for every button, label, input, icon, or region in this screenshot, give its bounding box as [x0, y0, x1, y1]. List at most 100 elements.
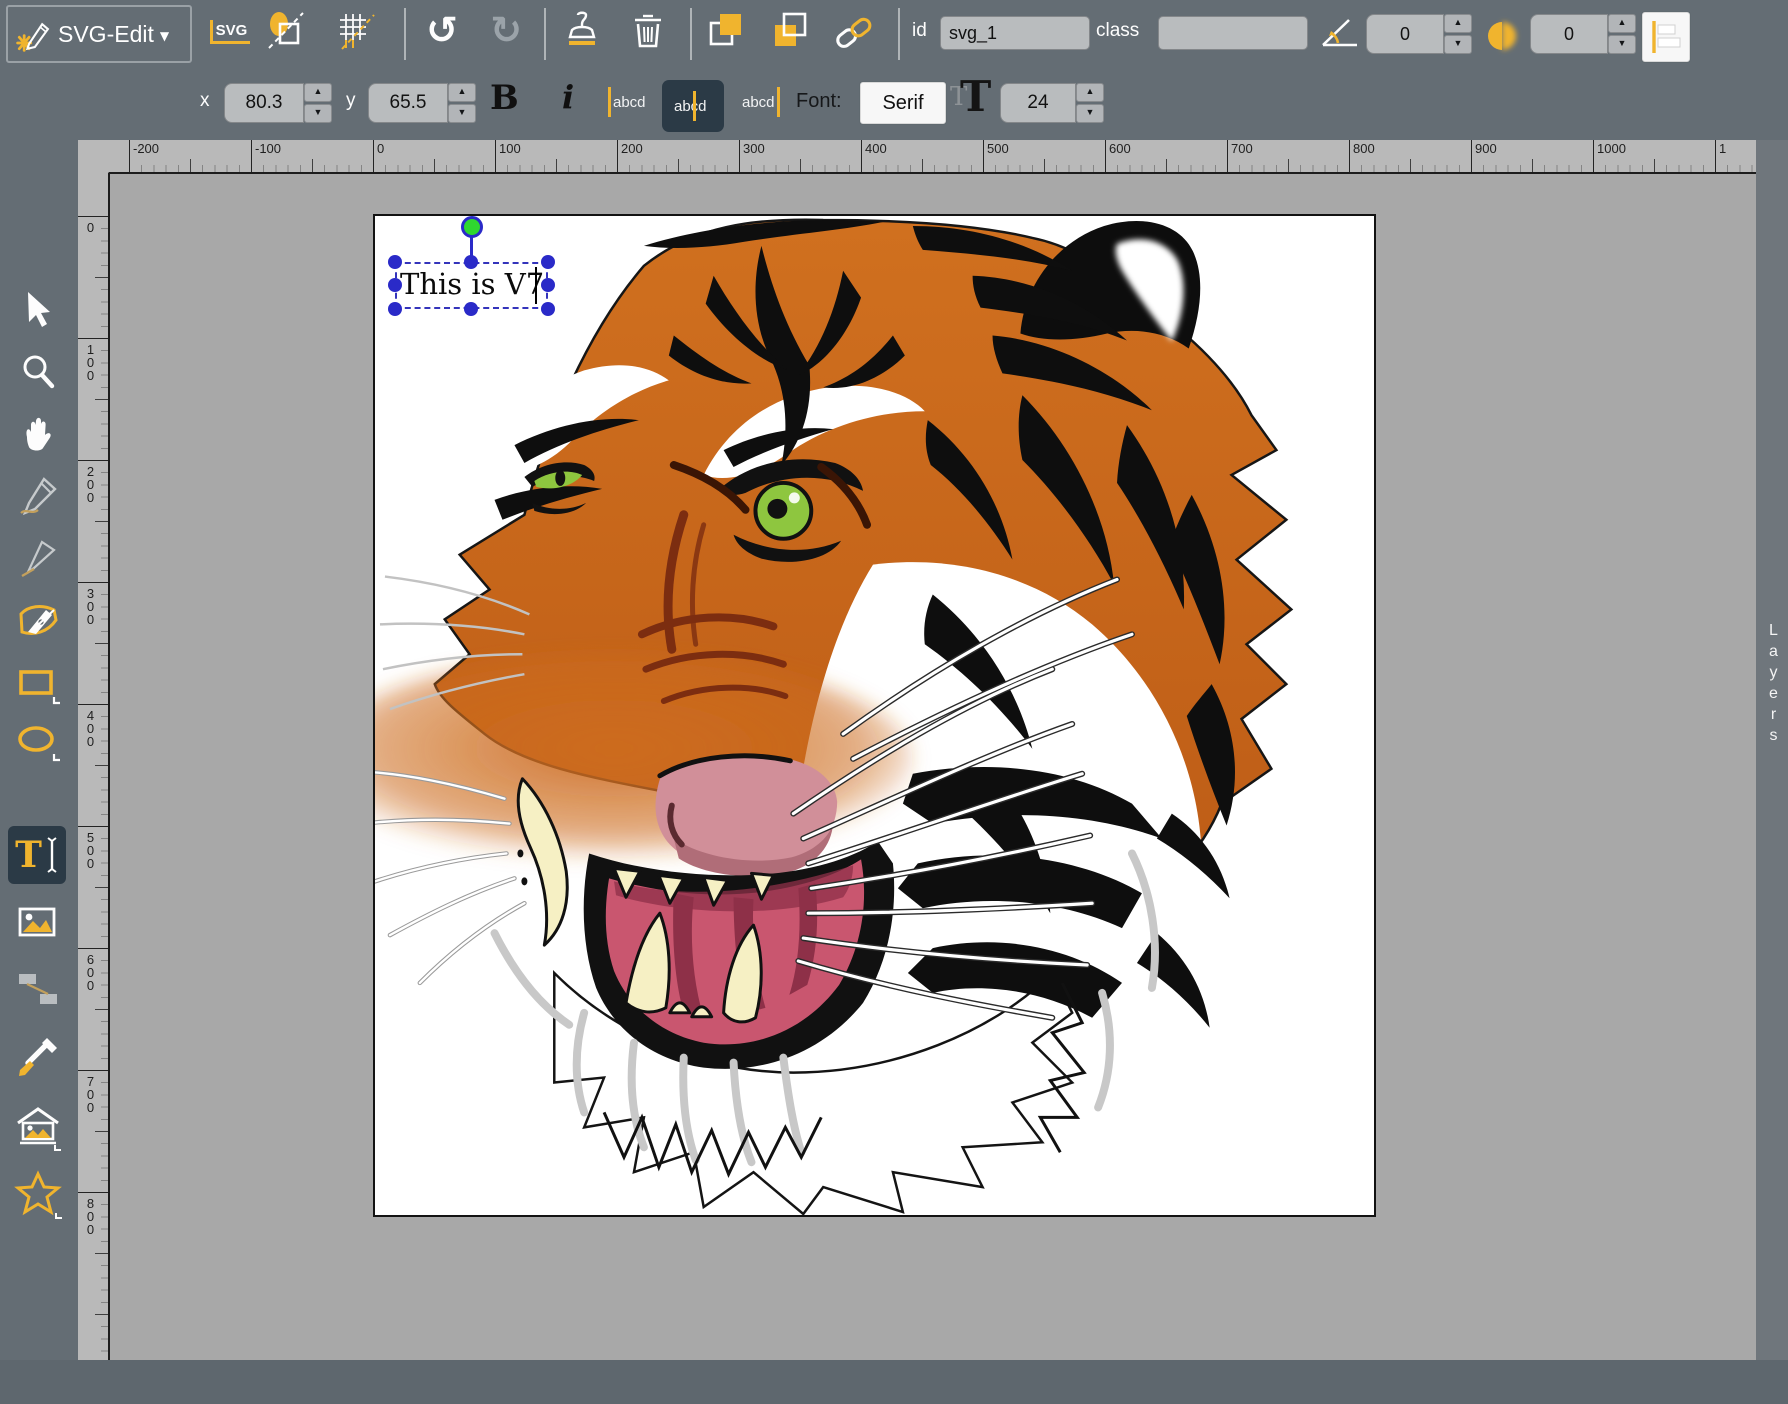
bold-button[interactable]: B: [490, 78, 519, 118]
tools-panel: T: [0, 140, 78, 1360]
spinner-up[interactable]: ▲: [448, 83, 476, 102]
tool-eyedropper[interactable]: [12, 1031, 64, 1083]
move-bottom-icon: [768, 8, 812, 52]
selection-handle-n[interactable]: [464, 255, 478, 269]
x-spinner: ▲ ▼: [304, 83, 332, 123]
x-field[interactable]: [224, 83, 304, 123]
canvas-region-border: [108, 172, 1756, 174]
horizontal-ruler: -200 -100 0 100 200 300 400 500 600 700 …: [108, 140, 1756, 172]
path-pen-icon: [14, 598, 62, 646]
image-icon: [14, 899, 62, 947]
redo-button[interactable]: ↻: [484, 8, 528, 52]
blur-icon: [1482, 16, 1522, 56]
spinner-down[interactable]: ▼: [1608, 35, 1636, 54]
source-view-button[interactable]: SVG: [208, 10, 252, 54]
font-family-button[interactable]: Serif: [860, 82, 946, 124]
spinner-up[interactable]: ▲: [304, 83, 332, 102]
editor-preferences-button[interactable]: [334, 8, 378, 52]
tool-connector[interactable]: [12, 963, 64, 1015]
clone-button[interactable]: [560, 10, 604, 54]
selection-handle-nw[interactable]: [388, 255, 402, 269]
spinner-up[interactable]: ▲: [1076, 83, 1104, 102]
text-caret: [535, 267, 537, 304]
tiger-artwork: [375, 216, 1374, 1215]
text-anchor-middle-button[interactable]: abcd: [672, 90, 709, 122]
app-menu-button[interactable]: SVG-Edit ▼: [6, 5, 192, 63]
undo-button[interactable]: ↺: [420, 8, 464, 52]
move-to-bottom-button[interactable]: [768, 8, 812, 52]
link-icon: [832, 10, 876, 54]
tool-zoom[interactable]: [12, 346, 64, 398]
document-properties-button[interactable]: [264, 8, 308, 52]
spinner-down[interactable]: ▼: [448, 104, 476, 123]
svg-source-icon: SVG: [210, 20, 251, 44]
grid-preferences-icon: [334, 7, 378, 53]
font-size-icon: T: [960, 72, 991, 121]
line-icon: [16, 536, 60, 580]
x-label: x: [200, 90, 210, 112]
id-label: id: [912, 20, 927, 42]
y-label: y: [346, 90, 356, 112]
shape-library-icon: [13, 1102, 63, 1152]
selection-handle-se[interactable]: [541, 302, 555, 316]
text-tool-glyph: T: [15, 834, 42, 876]
tool-text[interactable]: T: [8, 826, 66, 884]
id-field[interactable]: [940, 16, 1090, 50]
canvas-page[interactable]: This is V7: [373, 214, 1376, 1217]
align-left-icon: [1648, 17, 1684, 57]
selection-handle-sw[interactable]: [388, 302, 402, 316]
font-size-spinner: ▲ ▼: [1076, 83, 1104, 123]
spinner-up[interactable]: ▲: [1608, 14, 1636, 33]
angle-field[interactable]: [1366, 14, 1444, 54]
move-to-top-button[interactable]: [704, 8, 748, 52]
italic-button[interactable]: i: [562, 78, 574, 116]
tool-pencil[interactable]: [12, 470, 64, 522]
angle-tool: [1318, 12, 1362, 56]
selection-handle-e[interactable]: [541, 278, 555, 292]
tool-rectangle[interactable]: [12, 658, 64, 710]
class-field[interactable]: [1158, 16, 1308, 50]
anchor-sample: abcd: [611, 94, 648, 111]
y-field[interactable]: [368, 83, 448, 123]
spinner-down[interactable]: ▼: [1444, 35, 1472, 54]
align-button[interactable]: [1642, 12, 1690, 62]
blur-spinner: ▲ ▼: [1608, 14, 1636, 54]
toolbar-separator: [690, 8, 692, 60]
spinner-up[interactable]: ▲: [1444, 14, 1472, 33]
canvas-text-element[interactable]: This is V7: [400, 267, 544, 301]
angle-spinner: ▲ ▼: [1444, 14, 1472, 54]
spinner-down[interactable]: ▼: [304, 104, 332, 123]
selection-handle-w[interactable]: [388, 278, 402, 292]
tool-pan[interactable]: [12, 408, 64, 460]
text-anchor-end-button[interactable]: abcd: [740, 86, 780, 118]
blur-field[interactable]: [1530, 14, 1608, 54]
rotate-handle[interactable]: [461, 216, 483, 238]
text-toolbar: x ▲ ▼ y ▲ ▼ B i abcd abcd abcd Font: Ser…: [0, 68, 1788, 140]
toolbar-separator: [898, 8, 900, 60]
trash-icon: [626, 8, 670, 52]
font-size-field[interactable]: [1000, 83, 1076, 123]
move-top-icon: [704, 8, 748, 52]
font-label: Font:: [796, 90, 842, 113]
text-anchor-start-button[interactable]: abcd: [608, 86, 648, 118]
stamp-icon: [560, 10, 604, 54]
layers-panel-toggle[interactable]: Layers: [1756, 140, 1788, 1360]
make-link-button[interactable]: [832, 10, 876, 54]
selection-handle-s[interactable]: [464, 302, 478, 316]
tool-ellipse[interactable]: [12, 715, 64, 767]
tool-line[interactable]: [12, 532, 64, 584]
tool-image[interactable]: [12, 897, 64, 949]
app-menu-label: SVG-Edit: [58, 21, 154, 48]
tool-shape-library[interactable]: [12, 1101, 64, 1153]
tool-select[interactable]: [12, 284, 64, 336]
selection-handle-ne[interactable]: [541, 255, 555, 269]
anchor-sample: abcd: [740, 94, 777, 111]
tool-path[interactable]: [12, 596, 64, 648]
tool-star[interactable]: [12, 1168, 64, 1220]
anchor-sample: abcd: [672, 98, 709, 115]
eyedropper-icon: [14, 1033, 62, 1081]
spinner-down[interactable]: ▼: [1076, 104, 1104, 123]
logo-icon: [16, 14, 52, 54]
text-cursor-icon: [45, 835, 59, 875]
delete-button[interactable]: [626, 8, 670, 52]
